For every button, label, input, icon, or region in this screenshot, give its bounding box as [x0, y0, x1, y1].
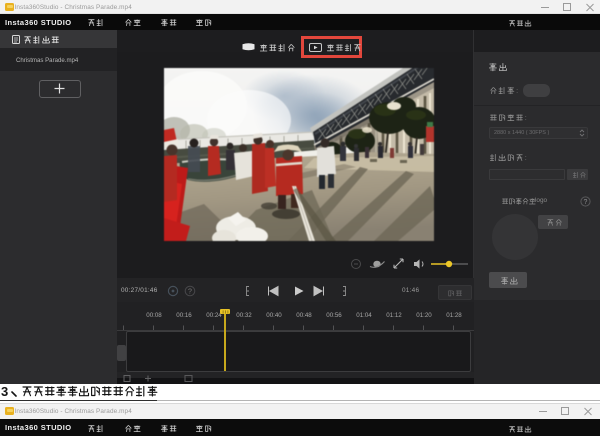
svg-text:?: ?: [188, 289, 192, 296]
svg-text:?: ?: [584, 199, 588, 206]
